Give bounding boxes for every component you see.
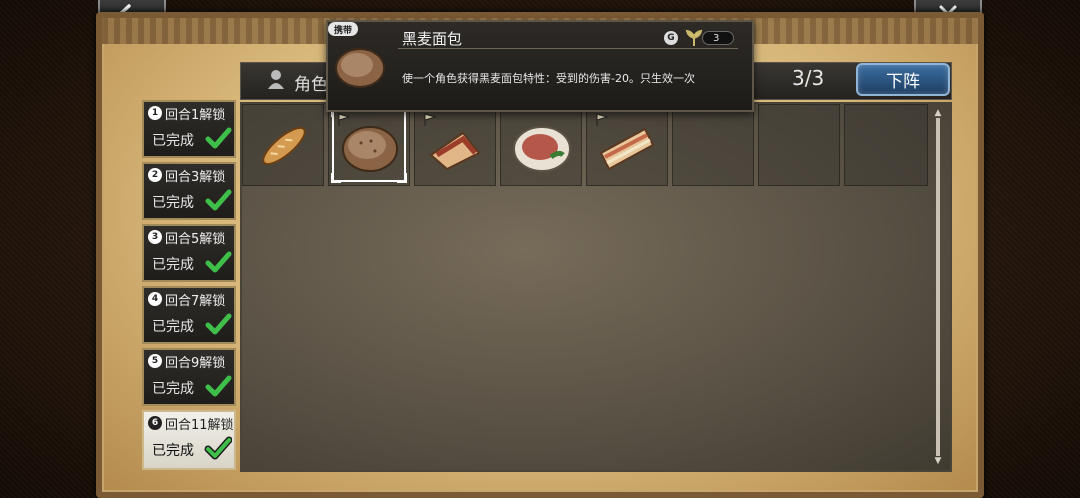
unlock-item-turn-5[interactable]: 3 回合5解锁 已完成 (142, 224, 236, 282)
turn-badge-icon: 1 (148, 106, 162, 120)
tooltip-divider (398, 48, 738, 49)
unlock-title: 回合1解锁 (165, 107, 226, 123)
check-icon (205, 127, 232, 149)
turn-badge-icon: 3 (148, 230, 162, 244)
item-slot-rye-bread[interactable] (328, 104, 410, 186)
item-quantity: 3 (702, 31, 734, 45)
unlock-title: 回合3解锁 (165, 169, 226, 185)
scroll-up-icon[interactable]: ▲ (933, 108, 943, 118)
turn-badge-icon: 2 (148, 168, 162, 182)
flag-icon (424, 113, 437, 126)
unlock-status: 已完成 (152, 319, 194, 335)
unlock-item-turn-11[interactable]: 6 回合11解锁 已完成 (142, 410, 236, 470)
item-description: 使一个角色获得黑麦面包特性：受到的伤害-20。只生效一次 (402, 72, 695, 85)
item-slot-baguette[interactable] (242, 104, 324, 186)
turn-badge-icon: 6 (148, 416, 162, 430)
unlock-status: 已完成 (152, 133, 194, 149)
baguette-icon (262, 126, 306, 166)
item-slot-sandwich-slice[interactable] (414, 104, 496, 186)
unlock-title: 回合5解锁 (165, 231, 226, 247)
unlock-title: 回合7解锁 (165, 293, 226, 309)
unlock-title: 回合11解锁 (165, 417, 234, 433)
item-slot-empty[interactable] (672, 104, 754, 186)
item-slot-empty[interactable] (758, 104, 840, 186)
check-icon (205, 375, 232, 397)
scroll-track[interactable] (936, 118, 940, 456)
scroll-down-icon[interactable]: ▼ (933, 456, 943, 466)
rye-bread-icon (335, 48, 385, 88)
unlock-item-turn-7[interactable]: 4 回合7解锁 已完成 (142, 286, 236, 344)
g-badge-icon: G (664, 31, 678, 45)
unlock-status: 已完成 (152, 195, 194, 211)
item-slot-empty[interactable] (844, 104, 928, 186)
turn-badge-icon: 4 (148, 292, 162, 306)
flag-icon (596, 113, 609, 126)
check-icon (205, 313, 232, 335)
unlock-status: 已完成 (152, 443, 194, 459)
meat-plate-icon (513, 126, 571, 172)
grid-scrollbar[interactable]: ▲ ▼ (933, 108, 943, 466)
herb-icon (685, 29, 703, 46)
unlock-item-turn-1[interactable]: 1 回合1解锁 已完成 (142, 100, 236, 158)
check-icon (205, 189, 232, 211)
unequip-button[interactable]: 下阵 (856, 63, 950, 96)
role-label: 角色 (294, 75, 328, 95)
unlock-status: 已完成 (152, 381, 194, 397)
check-icon (205, 251, 232, 273)
selection-corner (397, 173, 407, 183)
equipped-count: 3/3 (792, 66, 825, 90)
unlock-status: 已完成 (152, 257, 194, 273)
check-icon (204, 436, 232, 460)
item-slot-club-sandwich[interactable] (586, 104, 668, 186)
turn-badge-icon: 5 (148, 354, 162, 368)
unlock-title: 回合9解锁 (165, 355, 226, 371)
selection-corner (331, 173, 341, 183)
unlock-item-turn-3[interactable]: 2 回合3解锁 已完成 (142, 162, 236, 220)
item-name: 黑麦面包 (402, 30, 463, 48)
character-icon (266, 68, 286, 90)
unlock-item-turn-9[interactable]: 5 回合9解锁 已完成 (142, 348, 236, 406)
carry-badge: 携带 (328, 22, 359, 36)
item-slot-meat-plate[interactable] (500, 104, 582, 186)
